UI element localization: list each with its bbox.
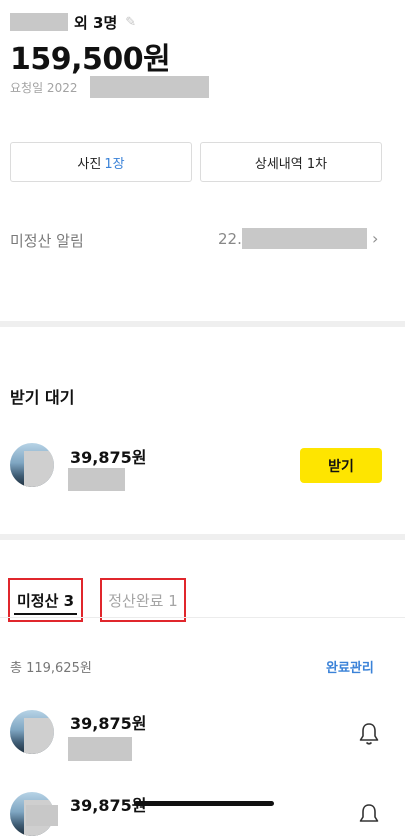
- tab-divider: [0, 617, 405, 618]
- alarm-value: 22.: [218, 230, 242, 248]
- bell-icon[interactable]: [358, 722, 380, 746]
- pencil-icon[interactable]: ✎: [125, 15, 136, 30]
- list-item-amount: 39,875원: [70, 714, 147, 733]
- unpaid-total: 총 119,625원: [10, 661, 92, 676]
- avatar: [10, 443, 54, 487]
- request-date: 요청일 2022: [10, 81, 78, 95]
- bell-icon[interactable]: [358, 803, 380, 827]
- group-title: 외 3명 ✎: [10, 10, 136, 34]
- avatar: [10, 710, 54, 754]
- tab-unpaid[interactable]: 미정산 3: [8, 578, 83, 622]
- redacted-person-name: [26, 805, 58, 826]
- waiting-title: 받기 대기: [10, 388, 75, 407]
- photo-label: 사진: [77, 156, 102, 172]
- manage-link[interactable]: 완료관리: [326, 657, 374, 676]
- redacted-person-name: [68, 737, 132, 761]
- total-amount: 159,500원: [10, 42, 171, 77]
- section-divider: [0, 321, 405, 327]
- detail-button[interactable]: 상세내역 1차: [200, 142, 382, 182]
- photo-button[interactable]: 사진 1장: [10, 142, 192, 182]
- redacted-date: [90, 76, 209, 98]
- receive-button[interactable]: 받기: [300, 448, 382, 483]
- title-suffix: 외 3명: [74, 13, 118, 32]
- redacted-person-name: [68, 468, 125, 491]
- photo-count: 1장: [104, 156, 125, 172]
- waiting-amount: 39,875원: [70, 448, 147, 467]
- detail-label: 상세내역 1차: [254, 156, 328, 172]
- redacted-alarm-date: [242, 228, 367, 249]
- tab-done[interactable]: 정산완료 1: [100, 578, 186, 622]
- section-divider: [0, 534, 405, 540]
- tab-active-underline: [14, 613, 77, 615]
- chevron-right-icon: ›: [372, 229, 379, 248]
- tab-unpaid-label: 미정산 3: [16, 591, 75, 610]
- alarm-label: 미정산 알림: [10, 232, 84, 250]
- tab-done-label: 정산완료 1: [108, 591, 178, 610]
- redacted-name: [10, 13, 68, 31]
- home-indicator: [134, 801, 274, 806]
